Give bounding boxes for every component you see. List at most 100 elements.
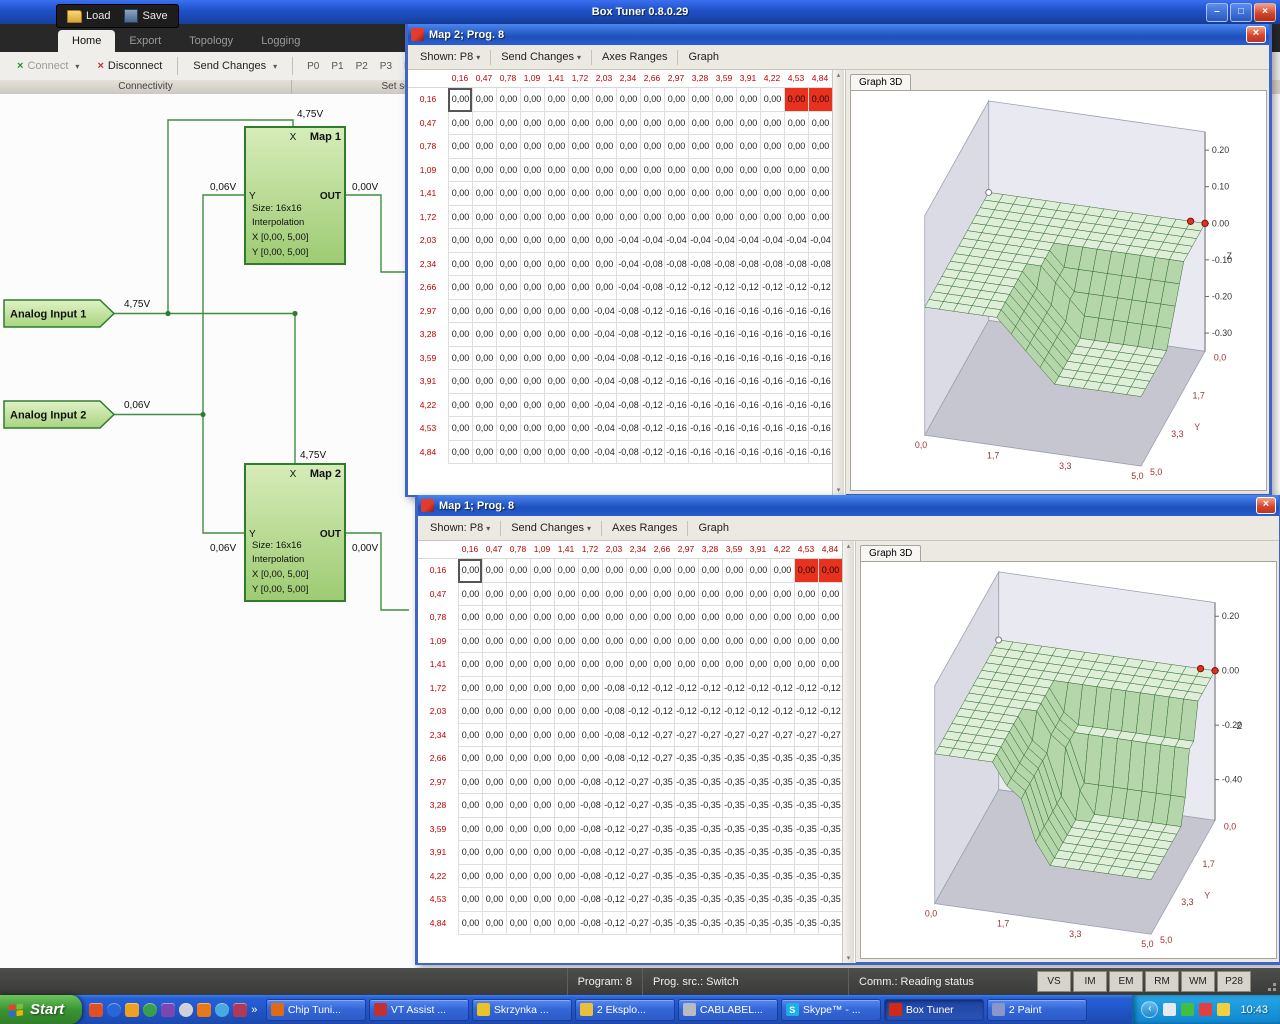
map-cell[interactable]: -0,16 bbox=[808, 394, 832, 418]
map-cell[interactable]: 0,00 bbox=[530, 747, 554, 771]
map-cell[interactable]: -0,35 bbox=[746, 888, 770, 912]
map-cell[interactable]: 0,00 bbox=[482, 888, 506, 912]
row-header[interactable]: 2,34 bbox=[408, 253, 448, 277]
row-header[interactable]: 4,53 bbox=[408, 417, 448, 441]
map-cell[interactable]: -0,12 bbox=[602, 841, 626, 865]
map-cell[interactable]: 0,00 bbox=[770, 630, 794, 654]
map-cell[interactable]: -0,16 bbox=[664, 394, 688, 418]
col-header[interactable]: 0,78 bbox=[506, 541, 530, 558]
map-cell[interactable]: 0,00 bbox=[506, 912, 530, 936]
map-cell[interactable]: 0,00 bbox=[520, 206, 544, 230]
map-cell[interactable]: -0,35 bbox=[746, 841, 770, 865]
col-header[interactable]: 0,16 bbox=[458, 541, 482, 558]
map-cell[interactable]: 0,00 bbox=[746, 630, 770, 654]
map-cell[interactable]: -0,12 bbox=[784, 276, 808, 300]
map-cell[interactable]: -0,16 bbox=[664, 323, 688, 347]
map-cell[interactable]: 0,00 bbox=[496, 323, 520, 347]
col-header[interactable]: 4,53 bbox=[784, 70, 808, 87]
map-cell[interactable]: -0,35 bbox=[674, 912, 698, 936]
map-cell[interactable]: 0,00 bbox=[568, 276, 592, 300]
map-cell[interactable]: -0,35 bbox=[770, 794, 794, 818]
program-button-p1[interactable]: P1 bbox=[326, 59, 348, 74]
load-button[interactable]: Load bbox=[61, 9, 116, 24]
map-cell[interactable]: 0,00 bbox=[674, 630, 698, 654]
map-cell[interactable]: -0,35 bbox=[722, 794, 746, 818]
map-cell[interactable]: -0,08 bbox=[578, 818, 602, 842]
map-cell[interactable]: 0,00 bbox=[746, 583, 770, 607]
col-header[interactable]: 4,22 bbox=[770, 541, 794, 558]
map-cell[interactable]: 0,00 bbox=[578, 583, 602, 607]
map-cell[interactable]: -0,35 bbox=[794, 794, 818, 818]
map-cell[interactable]: 0,00 bbox=[760, 182, 784, 206]
taskbar-button[interactable]: 2 Eksplo... bbox=[575, 999, 675, 1021]
map-cell[interactable]: 0,00 bbox=[448, 159, 472, 183]
map-cell[interactable]: -0,08 bbox=[640, 253, 664, 277]
map-cell[interactable]: -0,35 bbox=[650, 841, 674, 865]
map-cell[interactable]: -0,35 bbox=[818, 818, 842, 842]
map-cell[interactable]: -0,12 bbox=[722, 677, 746, 701]
map-cell[interactable]: -0,35 bbox=[674, 747, 698, 771]
quicklaunch-icon[interactable] bbox=[215, 1003, 229, 1017]
map-cell[interactable]: -0,16 bbox=[712, 394, 736, 418]
map-cell[interactable]: -0,16 bbox=[664, 417, 688, 441]
map-cell[interactable]: -0,04 bbox=[592, 417, 616, 441]
map-cell[interactable]: -0,12 bbox=[640, 441, 664, 465]
map-cell[interactable]: 0,00 bbox=[616, 206, 640, 230]
map-cell[interactable]: 0,00 bbox=[458, 677, 482, 701]
map-cell[interactable]: 0,00 bbox=[554, 724, 578, 748]
disconnect-button[interactable]: Disconnect bbox=[90, 57, 169, 75]
row-header[interactable]: 4,22 bbox=[418, 865, 458, 889]
col-header[interactable]: 2,97 bbox=[674, 541, 698, 558]
map-cell[interactable]: 0,00 bbox=[506, 888, 530, 912]
map-cell[interactable]: 0,00 bbox=[616, 88, 640, 112]
map-cell[interactable]: 0,00 bbox=[506, 653, 530, 677]
map-cell[interactable]: -0,35 bbox=[770, 888, 794, 912]
map-cell[interactable]: -0,35 bbox=[746, 818, 770, 842]
row-header[interactable]: 2,03 bbox=[408, 229, 448, 253]
map-cell[interactable]: 0,00 bbox=[568, 182, 592, 206]
map-cell[interactable]: 0,00 bbox=[568, 441, 592, 465]
col-header[interactable]: 4,22 bbox=[760, 70, 784, 87]
map-cell[interactable]: -0,08 bbox=[602, 677, 626, 701]
map-cell[interactable]: 0,00 bbox=[472, 276, 496, 300]
map-cell[interactable]: 0,00 bbox=[458, 653, 482, 677]
map-cell[interactable]: 0,00 bbox=[472, 370, 496, 394]
map-cell[interactable]: 0,00 bbox=[568, 323, 592, 347]
map-cell[interactable]: 0,00 bbox=[640, 88, 664, 112]
map-cell[interactable]: 0,00 bbox=[784, 206, 808, 230]
col-header[interactable]: 0,78 bbox=[496, 70, 520, 87]
map-cell[interactable]: -0,16 bbox=[760, 417, 784, 441]
map-cell[interactable]: 0,00 bbox=[530, 912, 554, 936]
map-cell[interactable]: 0,00 bbox=[506, 818, 530, 842]
col-header[interactable]: 2,03 bbox=[592, 70, 616, 87]
map-cell[interactable]: 0,00 bbox=[472, 112, 496, 136]
map-cell[interactable]: -0,16 bbox=[712, 417, 736, 441]
row-header[interactable]: 0,16 bbox=[408, 88, 448, 112]
map-cell[interactable]: 0,00 bbox=[472, 300, 496, 324]
row-header[interactable]: 1,72 bbox=[418, 677, 458, 701]
row-header[interactable]: 2,34 bbox=[418, 724, 458, 748]
map-cell[interactable]: -0,08 bbox=[602, 724, 626, 748]
map-cell[interactable]: 0,00 bbox=[472, 323, 496, 347]
map-cell[interactable]: -0,16 bbox=[688, 370, 712, 394]
map-cell[interactable]: -0,27 bbox=[626, 818, 650, 842]
map-cell[interactable]: -0,35 bbox=[818, 912, 842, 936]
map-cell[interactable]: 0,00 bbox=[770, 559, 794, 583]
map-cell[interactable]: 0,00 bbox=[722, 630, 746, 654]
row-header[interactable]: 3,59 bbox=[418, 818, 458, 842]
row-header[interactable]: 3,91 bbox=[408, 370, 448, 394]
quicklaunch-overflow-chevron[interactable] bbox=[251, 1004, 257, 1016]
map-cell[interactable]: -0,04 bbox=[664, 229, 688, 253]
map-cell[interactable]: 0,00 bbox=[616, 182, 640, 206]
map-cell[interactable]: 0,00 bbox=[530, 818, 554, 842]
map-cell[interactable]: 0,00 bbox=[578, 724, 602, 748]
map-cell[interactable]: 0,00 bbox=[650, 583, 674, 607]
map-cell[interactable]: 0,00 bbox=[688, 182, 712, 206]
map-cell[interactable]: -0,16 bbox=[784, 394, 808, 418]
map-cell[interactable]: 0,00 bbox=[578, 747, 602, 771]
map-cell[interactable]: 0,00 bbox=[458, 606, 482, 630]
row-header[interactable]: 3,91 bbox=[418, 841, 458, 865]
tray-icon[interactable] bbox=[1163, 1003, 1176, 1016]
map-cell[interactable]: 0,00 bbox=[472, 206, 496, 230]
quicklaunch-icon[interactable] bbox=[89, 1003, 103, 1017]
